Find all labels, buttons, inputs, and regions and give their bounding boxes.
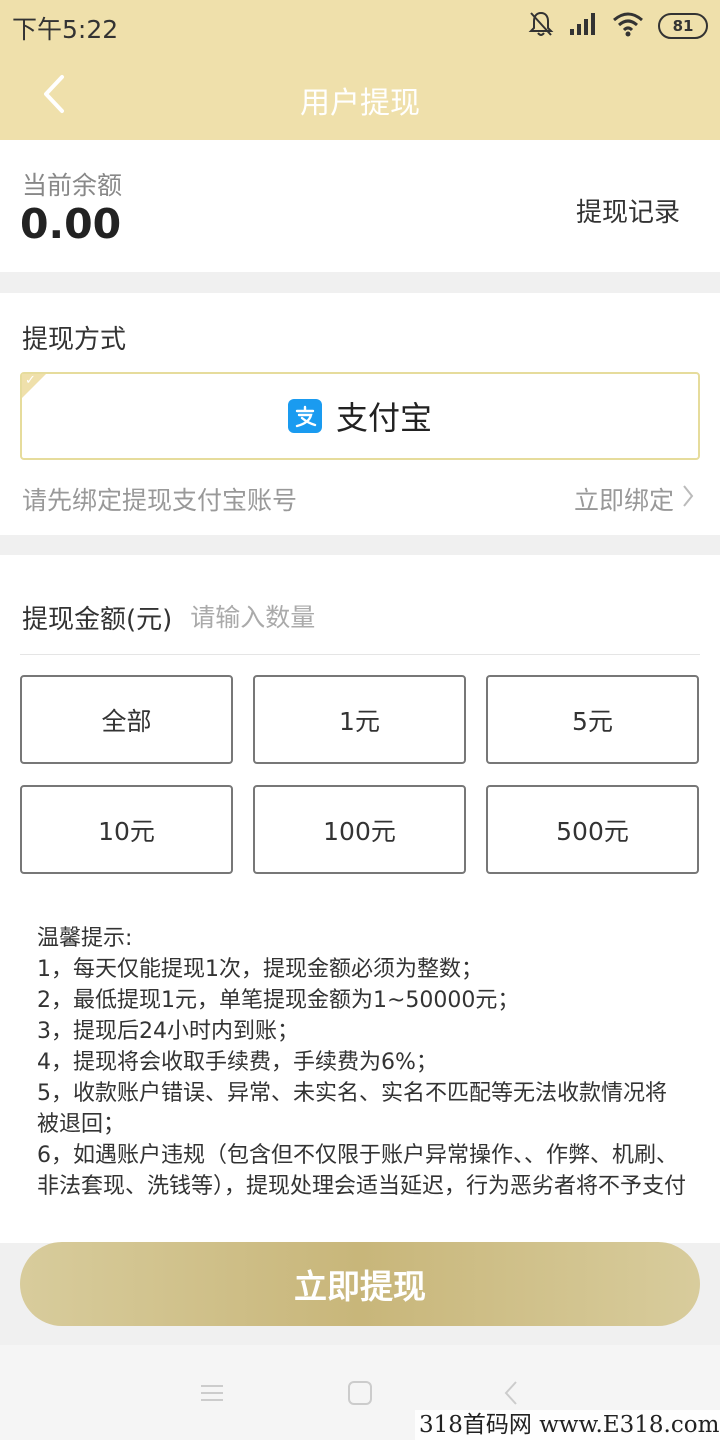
menu-icon[interactable] [198,1379,226,1407]
balance-value: 0.00 [20,200,122,248]
battery-icon: 81 [658,13,708,39]
bind-link-label: 立即绑定 [573,486,674,515]
tip-line: 1，每天仅能提现1次，提现金额必须为整数； [37,957,483,982]
bind-hint: 请先绑定提现支付宝账号 [22,486,298,515]
tip-line: 5，收款账户错误、异常、未实名、实名不匹配等无法收款情况将被退回； [37,1081,667,1137]
bell-mute-icon [528,10,554,42]
alipay-icon [287,399,322,433]
watermark: 318首码网 www.E318.com [415,1410,720,1440]
divider [20,654,700,655]
preset-grid: 全部 1元 5元 10元 100元 500元 [20,675,700,875]
preset-button-500[interactable]: 500元 [486,785,699,874]
tips-panel: 温馨提示: 1，每天仅能提现1次，提现金额必须为整数； 2，最低提现1元，单笔提… [37,923,687,1221]
status-icons: 81 [528,8,708,44]
tip-line: 2，最低提现1元，单笔提现金额为1~50000元； [37,988,520,1013]
balance-label: 当前余额 [22,171,123,200]
check-icon: ✓ [25,373,36,388]
bind-now-link[interactable]: 立即绑定 [574,481,694,517]
tips-title: 温馨提示: [37,926,133,951]
method-option-alipay[interactable]: ✓ 支付宝 [20,372,700,460]
preset-button-100[interactable]: 100元 [253,785,466,874]
tip-line: 4，提现将会收取手续费，手续费为6%； [37,1050,438,1075]
status-time: 下午5:22 [12,15,119,44]
back-chevron-icon[interactable] [498,1379,526,1407]
preset-button-1[interactable]: 1元 [253,675,466,764]
app-header: 下午5:22 81 用户提现 [0,0,720,140]
preset-button-5[interactable]: 5元 [486,675,699,764]
nav-bar: 用户提现 [0,52,720,140]
withdraw-method-card: 提现方式 ✓ 支付宝 请先绑定提现支付宝账号 立即绑定 [0,293,720,535]
page-title: 用户提现 [300,86,420,121]
preset-button-all[interactable]: 全部 [20,675,233,764]
balance-card: 当前余额 0.00 提现记录 [0,140,720,272]
tip-line: 6，如遇账户违规（包含但不仅限于账户异常操作、、作弊、机刷、非法套现、洗钱等），… [37,1143,687,1199]
withdraw-history-link[interactable]: 提现记录 [576,192,680,229]
preset-button-10[interactable]: 10元 [20,785,233,874]
amount-label: 提现金额(元) [22,605,173,635]
withdraw-submit-button[interactable]: 立即提现 [20,1242,700,1326]
method-title: 提现方式 [22,325,127,355]
home-square-icon[interactable] [346,1379,374,1407]
amount-input[interactable] [190,603,591,632]
method-label: 支付宝 [335,399,432,437]
amount-card: 提现金额(元) 全部 1元 5元 10元 100元 500元 温馨提示: 1，每… [0,555,720,1243]
signal-icon [568,11,598,41]
amount-row: 提现金额(元) [22,599,591,636]
chevron-right-icon [682,484,694,514]
wifi-icon [612,11,644,41]
status-bar: 下午5:22 81 [0,0,720,52]
tip-line: 3，提现后24小时内到账； [37,1019,299,1044]
